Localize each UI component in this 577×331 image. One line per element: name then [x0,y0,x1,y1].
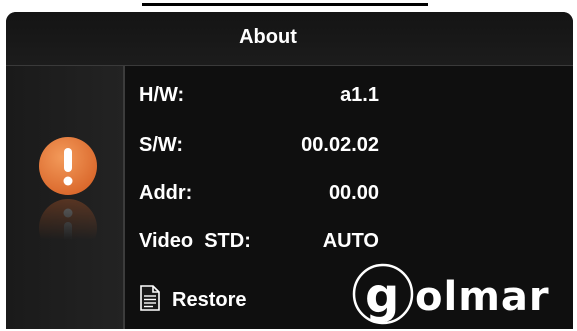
top-bar-line [142,3,428,6]
top-strip [0,0,577,12]
svg-text:olmar: olmar [415,274,550,320]
exclamation-reflection [38,198,98,258]
exclamation-circle-icon [38,136,98,196]
video-std-label: Video STD: [139,230,251,252]
hw-row: H/W: a1.1 [139,84,379,110]
page-title: About [239,26,297,48]
addr-label: Addr: [139,182,193,204]
document-icon [139,285,161,311]
sw-label: S/W: [139,134,184,156]
sw-row: S/W: 00.02.02 [139,134,379,160]
addr-value: 00.00 [328,182,379,204]
restore-label: Restore [172,289,247,311]
svg-text:g: g [365,268,399,324]
golmar-logo: g olmar [351,262,565,326]
video-std-value: AUTO [322,230,379,252]
addr-row: Addr: 00.00 [139,182,379,208]
hw-value: a1.1 [340,84,379,106]
video-std-row: Video STD: AUTO [139,230,379,256]
title-bar: About [6,12,573,66]
hw-label: H/W: [139,84,185,106]
sw-value: 00.02.02 [301,134,379,156]
